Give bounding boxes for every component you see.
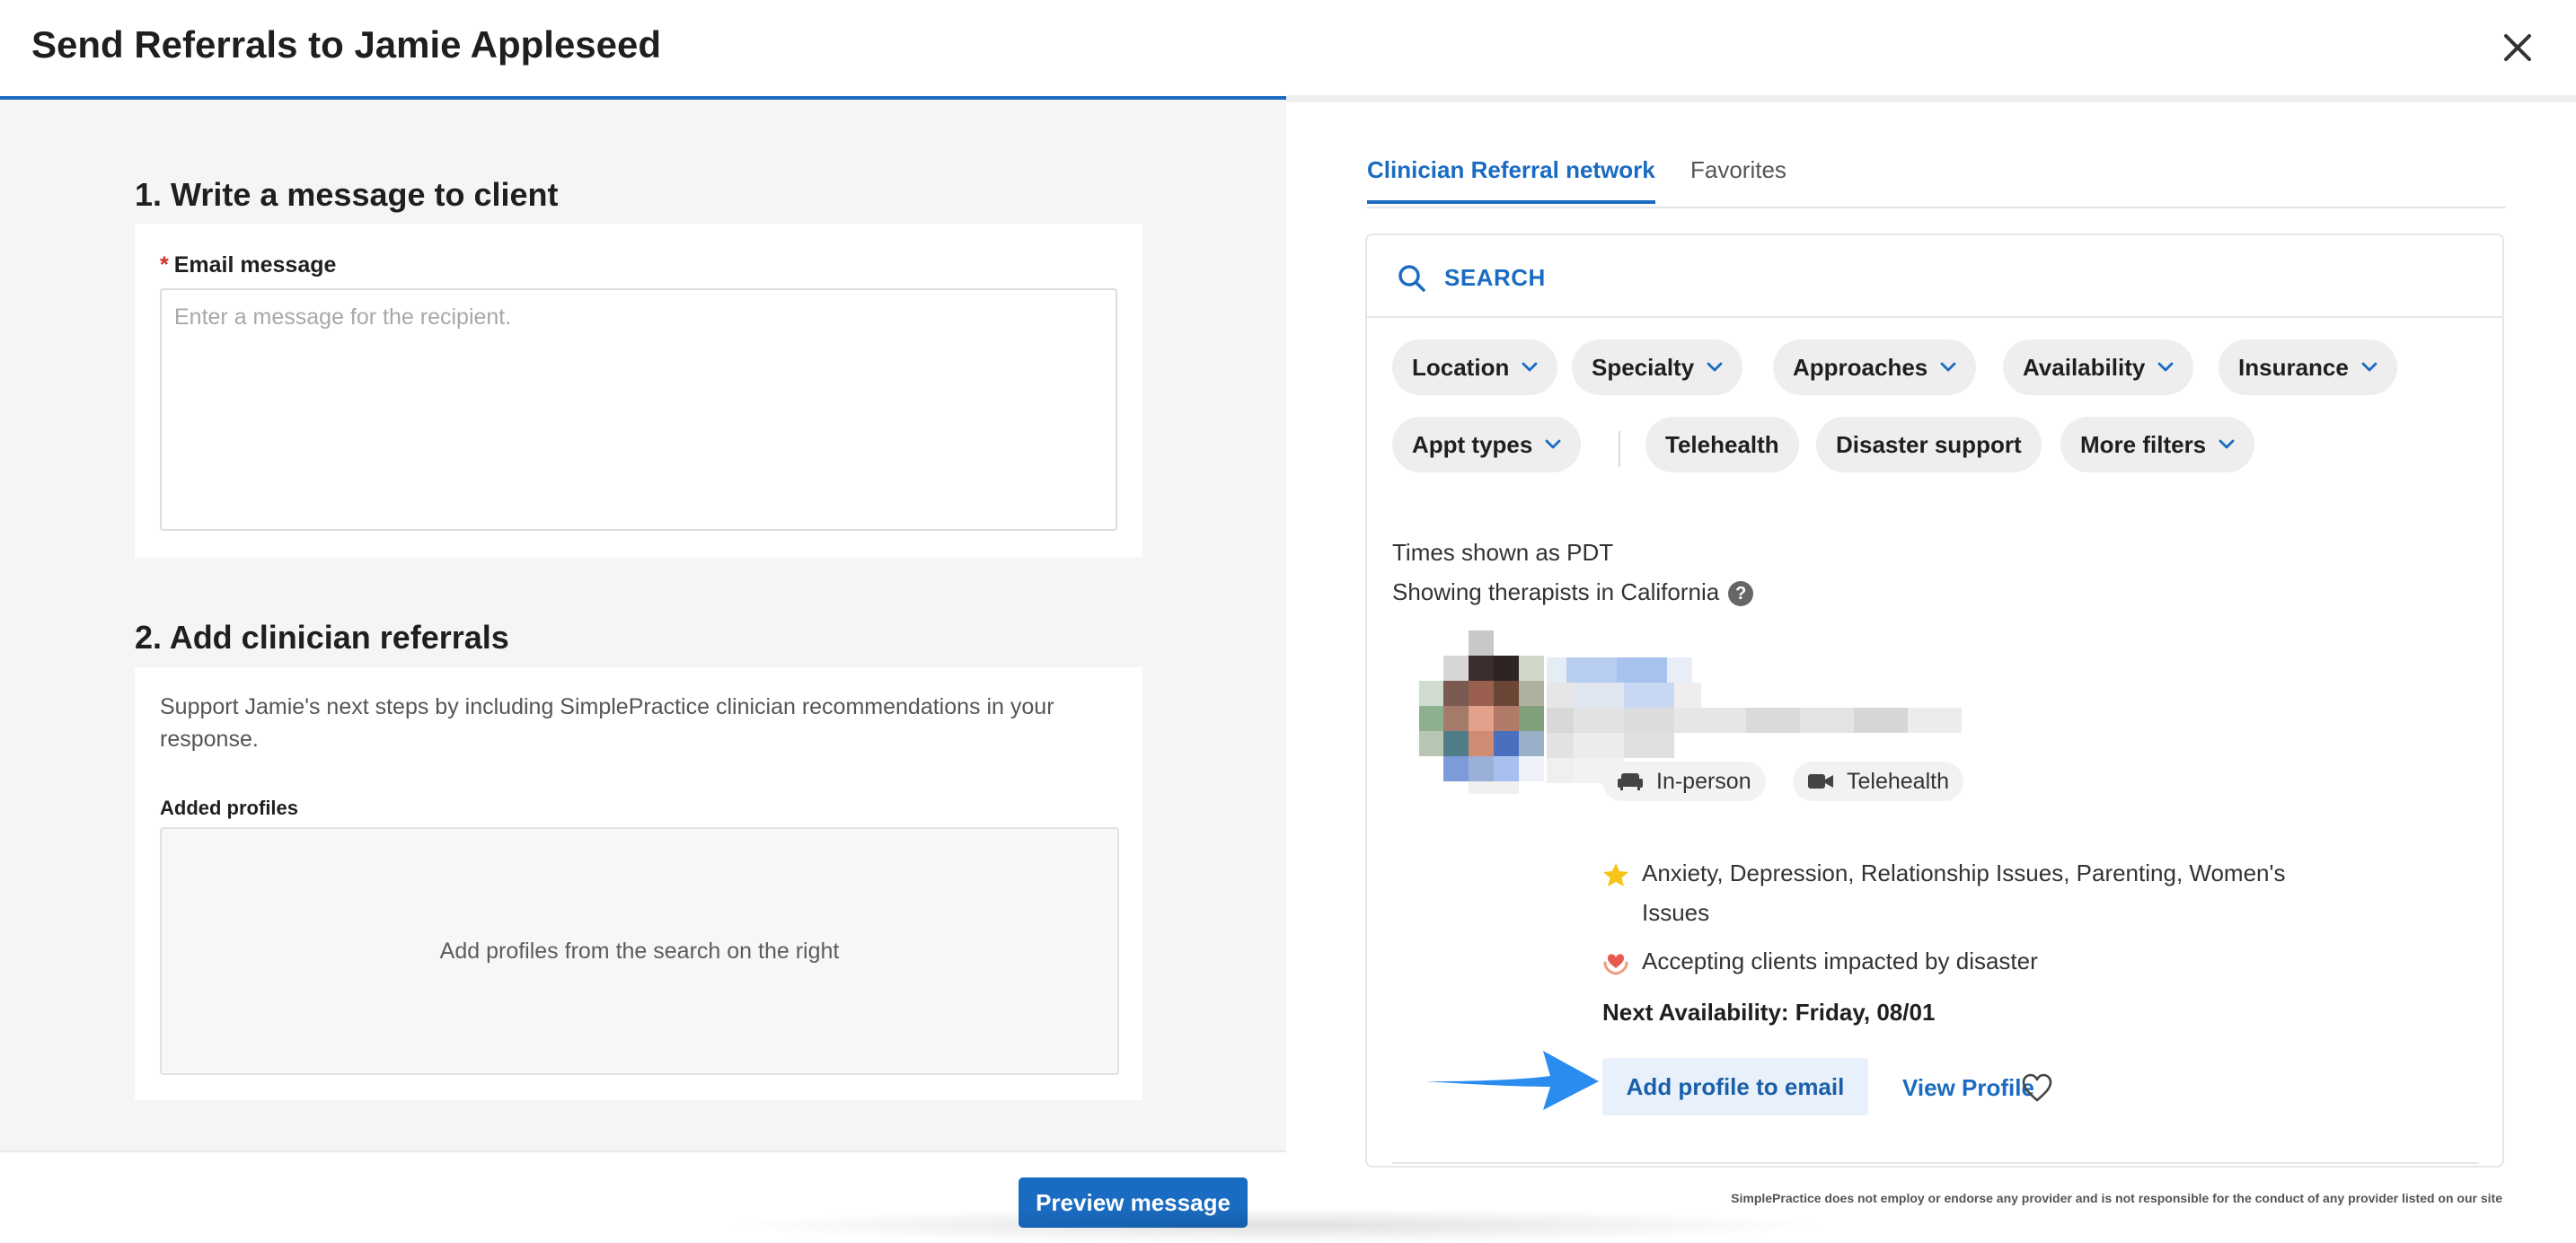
couch-icon: [1618, 773, 1643, 790]
compose-panel: 1. Write a message to client * Email mess…: [0, 100, 1286, 1150]
arrow-icon: [1426, 1051, 1599, 1110]
filter-location[interactable]: Location: [1392, 339, 1558, 395]
email-message-input[interactable]: [160, 288, 1117, 531]
referrals-description: Support Jamie's next steps by including …: [160, 694, 1054, 752]
tab-bar: Clinician Referral network Favorites: [1367, 156, 2506, 208]
filter-availability[interactable]: Availability: [2003, 339, 2194, 395]
disaster-support-note: Accepting clients impacted by disaster: [1602, 941, 2348, 981]
filter-insurance-label: Insurance: [2238, 353, 2349, 381]
disclaimer: SimplePractice does not employ or endors…: [1731, 1191, 2502, 1205]
avatar: [1419, 630, 1544, 794]
search-icon: [1398, 265, 1425, 292]
filter-specialty-label: Specialty: [1592, 353, 1695, 381]
location-note-text: Showing therapists in California: [1392, 578, 1720, 605]
step2-title: 2. Add clinician referrals: [135, 619, 509, 656]
compose-footer: Preview message: [0, 1150, 1286, 1243]
result-separator: [1392, 1162, 2479, 1164]
next-availability: Next Availability: Friday, 08/01: [1602, 999, 1936, 1026]
help-icon[interactable]: ?: [1728, 581, 1754, 607]
required-mark: *: [160, 252, 169, 278]
video-icon: [1808, 774, 1833, 789]
mode-in-person-label: In-person: [1656, 768, 1751, 794]
close-icon[interactable]: [2495, 25, 2540, 70]
message-card: * Email message: [135, 224, 1142, 558]
filter-appt-types[interactable]: Appt types: [1392, 417, 1582, 472]
filter-more-filters-label: More filters: [2080, 430, 2207, 458]
mode-telehealth: Telehealth: [1793, 762, 1963, 801]
specialties: Anxiety, Depression, Relationship Issues…: [1602, 853, 2348, 932]
referrals-card: Support Jamie's next steps by including …: [135, 667, 1142, 1100]
filter-divider: [1619, 431, 1620, 467]
mode-in-person: In-person: [1602, 762, 1766, 801]
dialog-title: Send Referrals to Jamie Appleseed: [31, 23, 662, 66]
filter-availability-label: Availability: [2023, 353, 2146, 381]
filter-location-label: Location: [1412, 353, 1510, 381]
tab-favorites[interactable]: Favorites: [1690, 156, 1786, 200]
search-label: SEARCH: [1444, 264, 1546, 291]
tab-clinician-referral-network[interactable]: Clinician Referral network: [1367, 156, 1655, 204]
search-toggle[interactable]: SEARCH: [1367, 235, 2502, 318]
heart-hands-icon: [1603, 954, 1628, 975]
filter-more-filters[interactable]: More filters: [2060, 417, 2255, 472]
add-profile-button[interactable]: Add profile to email: [1602, 1058, 1868, 1115]
chevron-down-icon: [2157, 362, 2174, 372]
filter-specialty[interactable]: Specialty: [1572, 339, 1743, 395]
chevron-down-icon: [1545, 439, 1561, 449]
dialog-header: Send Referrals to Jamie Appleseed: [0, 0, 2576, 102]
email-message-label: * Email message: [160, 252, 336, 278]
filter-approaches[interactable]: Approaches: [1773, 339, 1977, 395]
added-profiles-dropzone: Add profiles from the search on the righ…: [160, 827, 1119, 1075]
chevron-down-icon: [1522, 362, 1538, 372]
location-note: Showing therapists in California?: [1392, 578, 1754, 607]
filter-telehealth-label: Telehealth: [1665, 430, 1779, 458]
filter-disaster-support-label: Disaster support: [1836, 430, 2022, 458]
filter-insurance[interactable]: Insurance: [2219, 339, 2397, 395]
email-message-label-text: Email message: [173, 252, 337, 278]
dropzone-text: Add profiles from the search on the righ…: [439, 938, 840, 964]
chevron-down-icon: [2361, 362, 2378, 372]
filter-disaster-support[interactable]: Disaster support: [1816, 417, 2042, 472]
timezone-note: Times shown as PDT: [1392, 539, 1614, 566]
mode-telehealth-label: Telehealth: [1847, 768, 1949, 794]
heart-icon[interactable]: [2021, 1072, 2053, 1103]
chevron-down-icon: [1707, 362, 1723, 372]
filter-telehealth[interactable]: Telehealth: [1645, 417, 1799, 472]
header-divider: [1286, 95, 2576, 102]
search-card: SEARCH Location Specialty Approaches Ava…: [1365, 234, 2504, 1168]
filter-approaches-label: Approaches: [1793, 353, 1928, 381]
chevron-down-icon: [2219, 439, 2235, 449]
chevron-down-icon: [1940, 362, 1956, 372]
specialties-text: Anxiety, Depression, Relationship Issues…: [1642, 860, 2286, 926]
preview-message-button[interactable]: Preview message: [1019, 1177, 1248, 1228]
disaster-support-text: Accepting clients impacted by disaster: [1642, 948, 2038, 974]
view-profile-link[interactable]: View Profile: [1902, 1074, 2034, 1102]
star-icon: [1603, 863, 1628, 886]
filter-appt-types-label: Appt types: [1412, 430, 1533, 458]
added-profiles-label: Added profiles: [160, 797, 299, 819]
step1-title: 1. Write a message to client: [135, 176, 559, 213]
